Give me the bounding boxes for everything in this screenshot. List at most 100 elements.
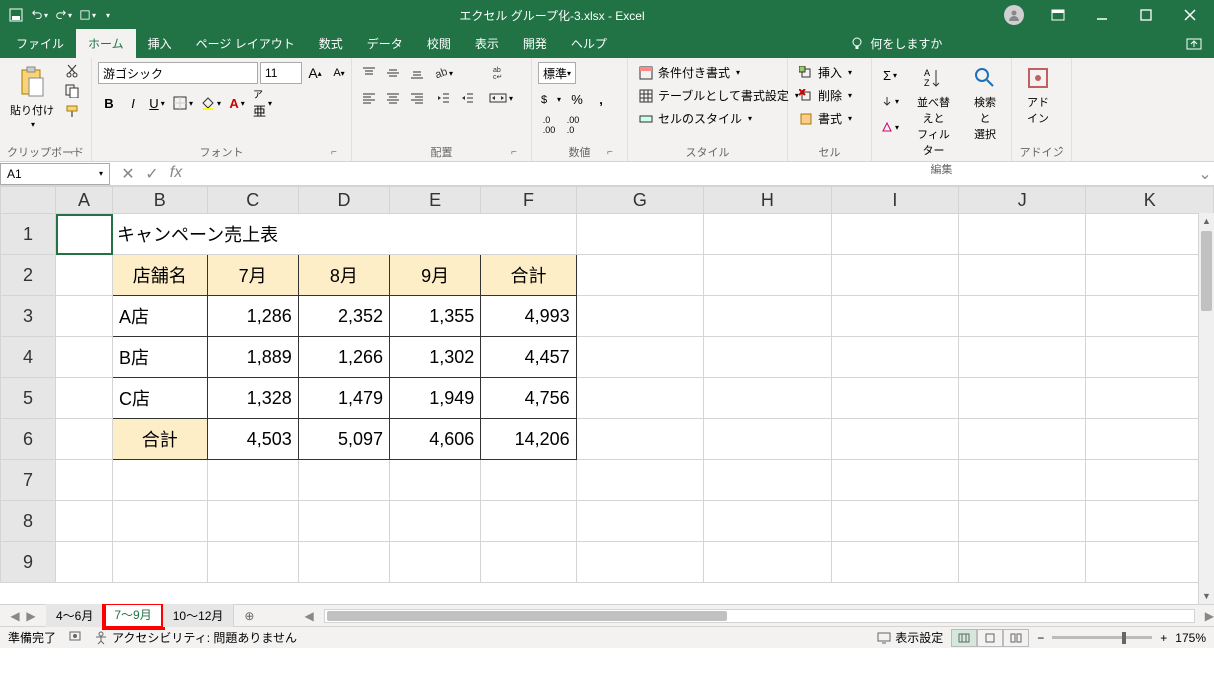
- row-header-2[interactable]: 2: [1, 255, 56, 296]
- row-header-7[interactable]: 7: [1, 460, 56, 501]
- expand-formula-bar-button[interactable]: ⌄: [1196, 164, 1214, 184]
- orientation-button[interactable]: ab▾: [432, 62, 454, 84]
- scroll-up-button[interactable]: ▲: [1199, 213, 1214, 229]
- clear-button[interactable]: ▾: [878, 116, 902, 138]
- zoom-level[interactable]: 175%: [1175, 631, 1206, 645]
- macro-record-icon[interactable]: [68, 629, 82, 646]
- increase-font-button[interactable]: A▴: [304, 62, 326, 84]
- vertical-scrollbar[interactable]: ▲ ▼: [1198, 213, 1214, 604]
- formula-input[interactable]: [194, 163, 1196, 185]
- minimize-button[interactable]: [1082, 0, 1122, 30]
- page-break-view-button[interactable]: [1003, 629, 1029, 647]
- format-cells-button[interactable]: 書式▾: [794, 108, 856, 129]
- number-dialog-launcher[interactable]: ⌐: [607, 147, 619, 159]
- increase-decimal-button[interactable]: .0.00: [538, 114, 560, 136]
- cut-button[interactable]: [62, 62, 82, 80]
- clipboard-dialog-launcher[interactable]: ⌐: [71, 147, 83, 159]
- sort-filter-button[interactable]: AZ 並べ替えと フィルター: [906, 62, 961, 160]
- cancel-formula-button[interactable]: ✕: [118, 164, 138, 184]
- cell-F5[interactable]: 4,756: [481, 378, 576, 419]
- autosum-button[interactable]: Σ▾: [878, 64, 902, 86]
- horizontal-scrollbar[interactable]: [324, 609, 1195, 623]
- col-header-H[interactable]: H: [704, 187, 831, 214]
- row-header-5[interactable]: 5: [1, 378, 56, 419]
- cell-C6[interactable]: 4,503: [207, 419, 298, 460]
- col-header-E[interactable]: E: [390, 187, 481, 214]
- wrap-text-button[interactable]: abc↵: [486, 62, 516, 84]
- row-header-4[interactable]: 4: [1, 337, 56, 378]
- header-sep[interactable]: 9月: [390, 255, 481, 296]
- header-store[interactable]: 店舗名: [113, 255, 208, 296]
- cell-D6[interactable]: 5,097: [298, 419, 389, 460]
- account-button[interactable]: [994, 0, 1034, 30]
- phonetic-button[interactable]: ア亜▾: [250, 92, 275, 114]
- zoom-in-button[interactable]: +: [1160, 631, 1167, 645]
- vscroll-thumb[interactable]: [1201, 231, 1212, 311]
- fill-button[interactable]: ▾: [878, 90, 902, 112]
- autosave-icon[interactable]: [8, 7, 24, 23]
- alignment-dialog-launcher[interactable]: ⌐: [511, 147, 523, 159]
- decrease-decimal-button[interactable]: .00.0: [562, 114, 584, 136]
- cell-C5[interactable]: 1,328: [207, 378, 298, 419]
- sheet-tab-7-9[interactable]: 7～9月: [104, 603, 162, 628]
- align-right-button[interactable]: [406, 87, 428, 109]
- tab-developer[interactable]: 開発: [511, 29, 559, 58]
- align-bottom-button[interactable]: [406, 62, 428, 84]
- underline-button[interactable]: U▾: [146, 92, 168, 114]
- cell-styles-button[interactable]: セルのスタイル▾: [634, 108, 756, 129]
- sheet-nav-prev[interactable]: ◀: [8, 609, 22, 623]
- page-layout-view-button[interactable]: [977, 629, 1003, 647]
- tab-help[interactable]: ヘルプ: [559, 29, 619, 58]
- tab-formulas[interactable]: 数式: [307, 29, 355, 58]
- display-settings-button[interactable]: 表示設定: [877, 629, 943, 646]
- border-button[interactable]: ▾: [170, 92, 196, 114]
- merge-center-button[interactable]: ▾: [486, 87, 516, 109]
- bold-button[interactable]: B: [98, 92, 120, 114]
- hscroll-left-button[interactable]: ◀: [304, 609, 313, 623]
- font-size-input[interactable]: [260, 62, 302, 84]
- cell-C4[interactable]: 1,889: [207, 337, 298, 378]
- share-button[interactable]: [1174, 30, 1214, 58]
- header-total[interactable]: 合計: [481, 255, 576, 296]
- maximize-button[interactable]: [1126, 0, 1166, 30]
- worksheet-grid[interactable]: A B C D E F G H I J K 1 キャンペーン売上表 2 店舗名 …: [0, 186, 1214, 604]
- copy-button[interactable]: [62, 82, 82, 100]
- format-as-table-button[interactable]: テーブルとして書式設定▾: [634, 85, 803, 106]
- row-header-8[interactable]: 8: [1, 501, 56, 542]
- font-color-button[interactable]: A▾: [226, 92, 248, 114]
- insert-cells-button[interactable]: 挿入▾: [794, 62, 856, 83]
- cell-B5[interactable]: C店: [113, 378, 208, 419]
- row-header-9[interactable]: 9: [1, 542, 56, 583]
- cell-C3[interactable]: 1,286: [207, 296, 298, 337]
- decrease-font-button[interactable]: A▾: [328, 62, 350, 84]
- row-header-6[interactable]: 6: [1, 419, 56, 460]
- col-header-I[interactable]: I: [831, 187, 958, 214]
- cell-B6[interactable]: 合計: [113, 419, 208, 460]
- collapse-ribbon-button[interactable]: ⌃: [1057, 146, 1065, 157]
- cell-F3[interactable]: 4,993: [481, 296, 576, 337]
- tab-review[interactable]: 校閲: [415, 29, 463, 58]
- align-middle-button[interactable]: [382, 62, 404, 84]
- hscroll-right-button[interactable]: ▶: [1205, 609, 1214, 623]
- cell-E5[interactable]: 1,949: [390, 378, 481, 419]
- cell-F6[interactable]: 14,206: [481, 419, 576, 460]
- cell-D3[interactable]: 2,352: [298, 296, 389, 337]
- col-header-F[interactable]: F: [481, 187, 576, 214]
- cell-E6[interactable]: 4,606: [390, 419, 481, 460]
- col-header-D[interactable]: D: [298, 187, 389, 214]
- scroll-down-button[interactable]: ▼: [1199, 588, 1214, 604]
- insert-function-button[interactable]: fx: [166, 164, 186, 184]
- cell-D5[interactable]: 1,479: [298, 378, 389, 419]
- accessibility-status[interactable]: アクセシビリティ: 問題ありません: [94, 629, 297, 646]
- row-header-1[interactable]: 1: [1, 214, 56, 255]
- tab-page-layout[interactable]: ページ レイアウト: [184, 29, 307, 58]
- comma-format-button[interactable]: ,: [590, 88, 612, 110]
- add-sheet-button[interactable]: ⊕: [234, 606, 264, 626]
- format-painter-button[interactable]: [62, 102, 82, 120]
- number-format-combo[interactable]: 標準▾: [538, 62, 576, 84]
- sheet-tab-10-12[interactable]: 10～12月: [163, 604, 235, 627]
- col-header-A[interactable]: A: [56, 187, 113, 214]
- col-header-B[interactable]: B: [113, 187, 208, 214]
- conditional-formatting-button[interactable]: 条件付き書式▾: [634, 62, 744, 83]
- decrease-indent-button[interactable]: [432, 87, 454, 109]
